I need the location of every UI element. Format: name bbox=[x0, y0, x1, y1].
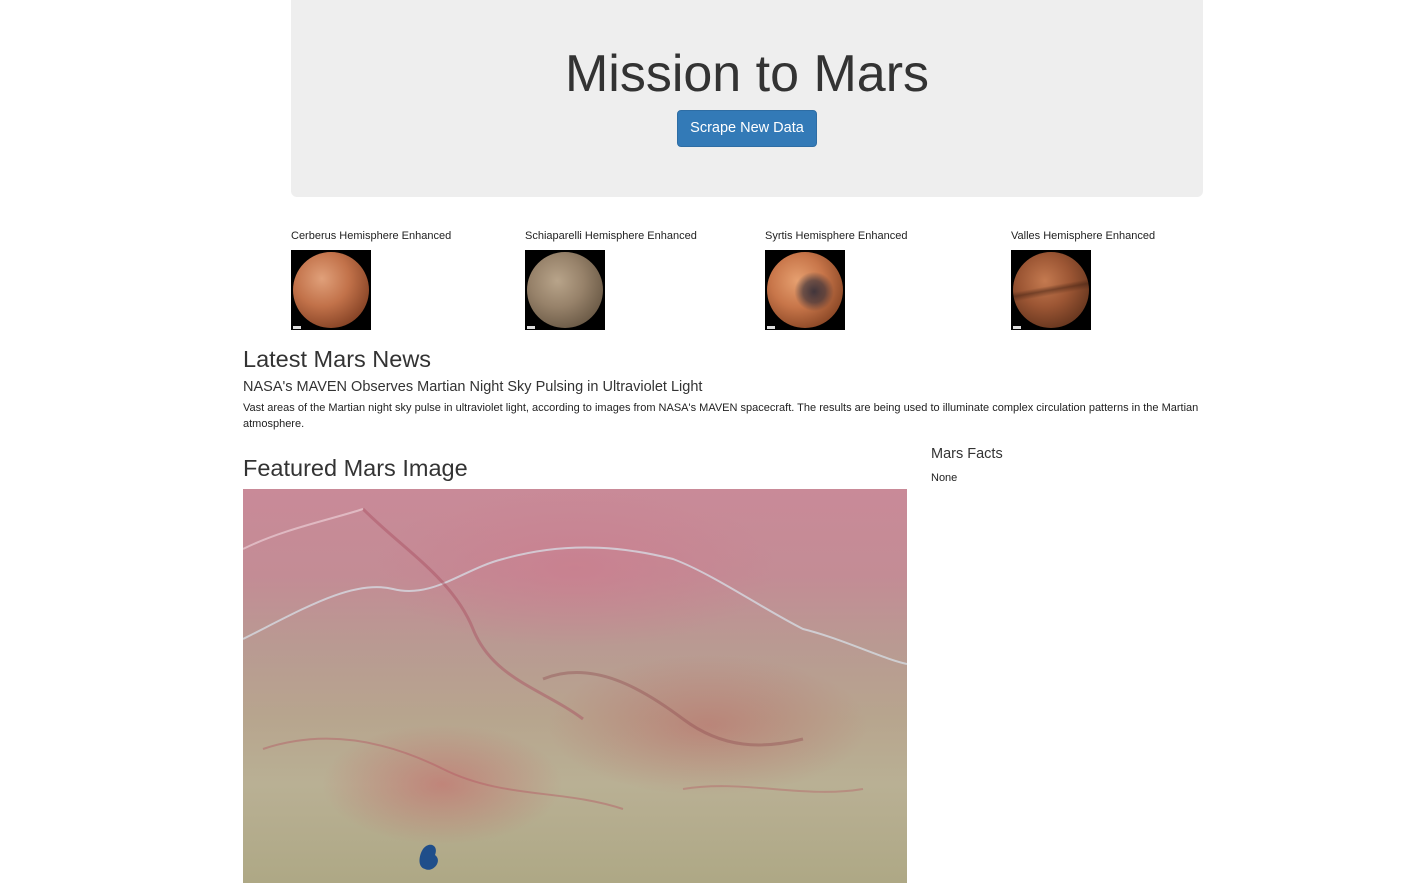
hemisphere-title: Cerberus Hemisphere Enhanced bbox=[291, 230, 452, 242]
planet-schiaparelli bbox=[527, 252, 603, 328]
hemisphere-card-syrtis: Syrtis Hemisphere Enhanced bbox=[765, 229, 907, 330]
hemisphere-image-valles bbox=[1011, 250, 1091, 330]
hemisphere-title: Valles Hemisphere Enhanced bbox=[1011, 230, 1156, 242]
planet-valles bbox=[1013, 252, 1089, 328]
jumbotron-header: Mission to Mars Scrape New Data bbox=[291, 0, 1203, 197]
hemisphere-image-schiaparelli bbox=[525, 250, 605, 330]
planet-syrtis bbox=[767, 252, 843, 328]
planet-cerberus bbox=[293, 252, 369, 328]
featured-image-heading: Featured Mars Image bbox=[243, 455, 468, 481]
image-watermark bbox=[1013, 326, 1021, 329]
mars-facts-heading: Mars Facts bbox=[931, 446, 1003, 462]
image-watermark bbox=[527, 326, 535, 329]
page: Mission to Mars Scrape New Data Cerberus… bbox=[0, 0, 1428, 883]
image-watermark bbox=[293, 326, 301, 329]
hemisphere-title: Schiaparelli Hemisphere Enhanced bbox=[525, 230, 697, 242]
page-title: Mission to Mars bbox=[564, 45, 930, 103]
news-teaser: Vast areas of the Martian night sky puls… bbox=[243, 402, 1199, 430]
hemisphere-image-cerberus bbox=[291, 250, 371, 330]
hemisphere-card-valles: Valles Hemisphere Enhanced bbox=[1011, 229, 1155, 330]
scrape-new-data-button[interactable]: Scrape New Data bbox=[677, 110, 817, 147]
featured-mars-image bbox=[243, 489, 907, 883]
latest-news-heading: Latest Mars News bbox=[243, 346, 432, 372]
hemisphere-card-schiaparelli: Schiaparelli Hemisphere Enhanced bbox=[525, 229, 697, 330]
news-headline: NASA's MAVEN Observes Martian Night Sky … bbox=[243, 379, 703, 395]
image-watermark bbox=[767, 326, 775, 329]
terrain-texture bbox=[243, 507, 907, 870]
hemisphere-image-syrtis bbox=[765, 250, 845, 330]
mars-facts-content: None bbox=[931, 472, 958, 484]
hemisphere-card-cerberus: Cerberus Hemisphere Enhanced bbox=[291, 229, 451, 330]
hemisphere-title: Syrtis Hemisphere Enhanced bbox=[765, 230, 908, 242]
